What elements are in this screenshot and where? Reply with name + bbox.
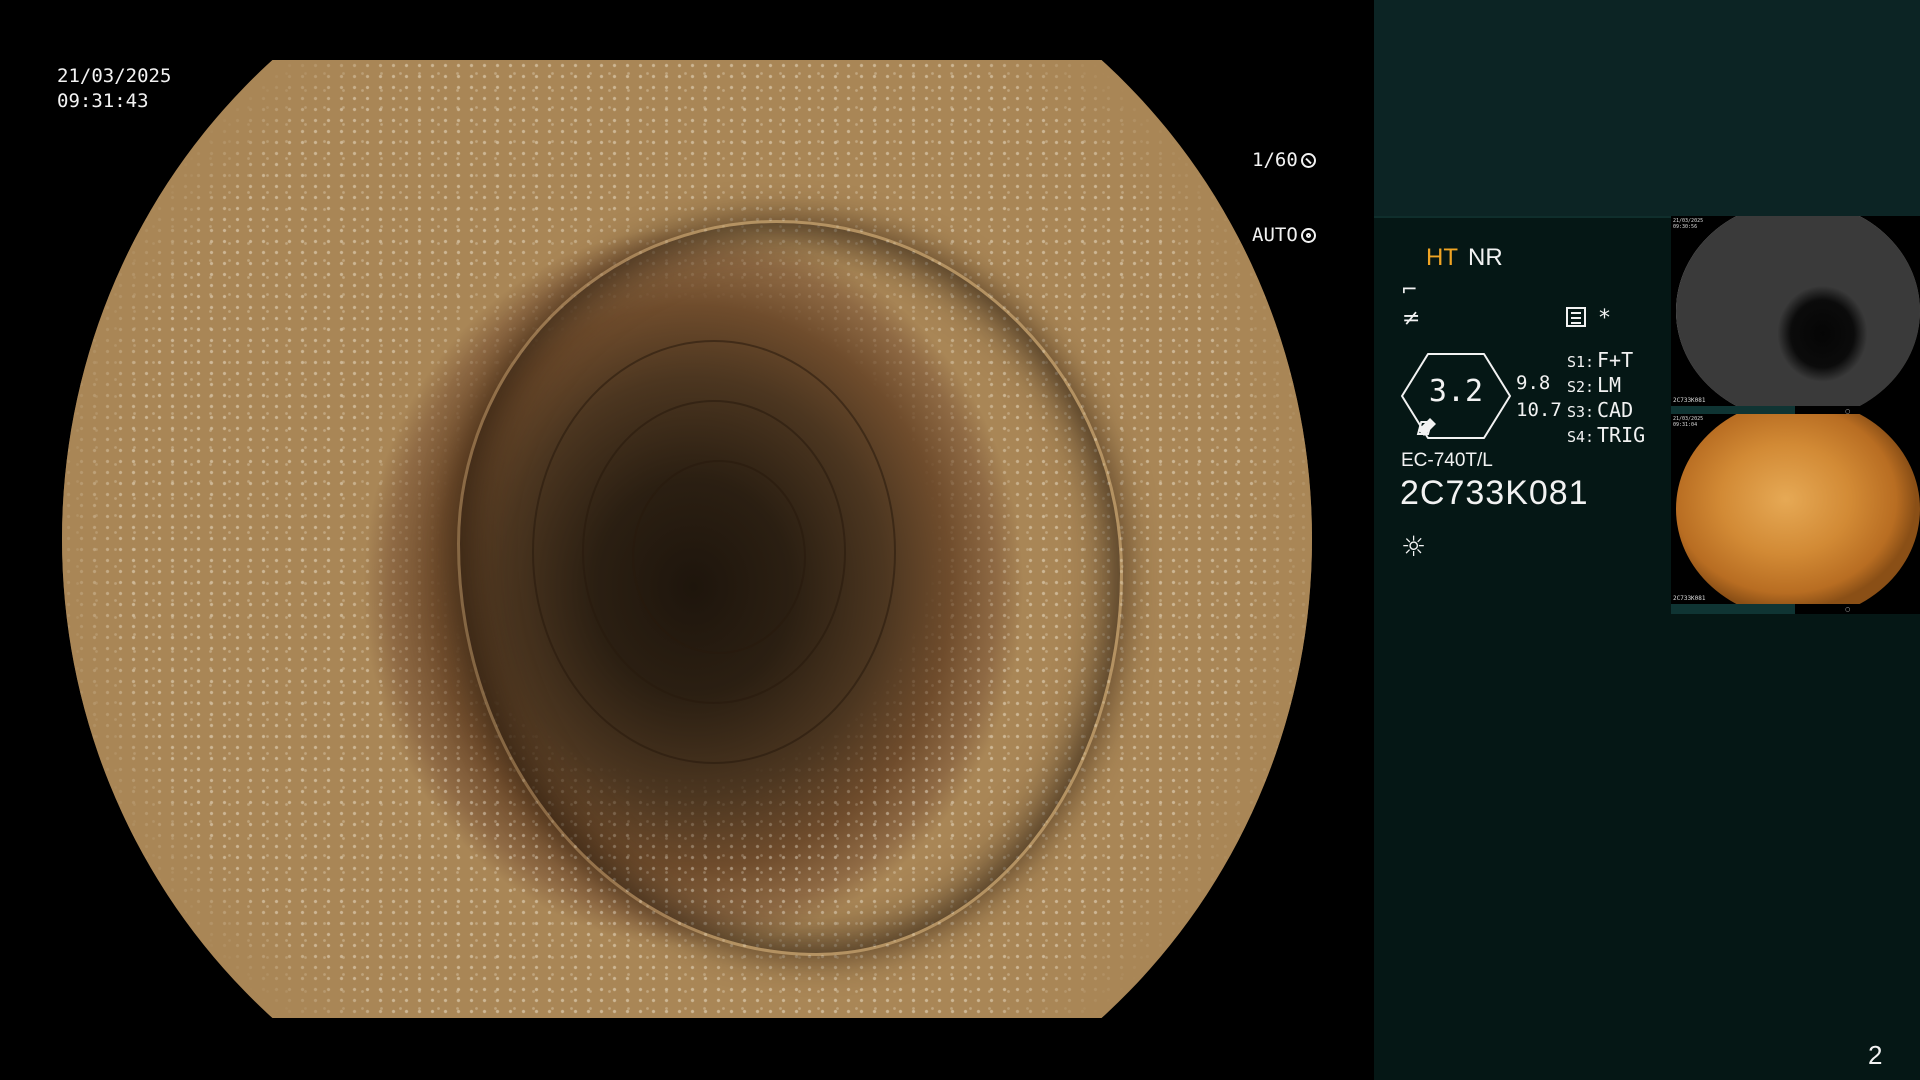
zoom-side-bottom: 10.7 (1516, 399, 1562, 421)
switch-key: S2: (1567, 378, 1595, 396)
thumbnail-timestamp: 21/03/2025 09:31:04 (1673, 416, 1704, 428)
switch-row: S1: F+T (1567, 348, 1645, 373)
scope-switch-list: S1: F+T S2: LM S3: CAD S4: TRIG (1567, 348, 1645, 448)
iris-text: AUTO (1252, 224, 1298, 246)
zoom-indicator: 3.2 (1400, 352, 1512, 440)
endoscope-view-area: 21/03/2025 09:31:43 1/60 AUTO (0, 0, 1374, 1080)
switch-value: F+T (1597, 348, 1634, 372)
time-text: 09:31:43 (57, 90, 149, 112)
iris-icon (1300, 228, 1316, 243)
switch-row: S4: TRIG (1567, 423, 1645, 448)
star-marker: * (1599, 306, 1610, 331)
captured-thumbnail[interactable]: 21/03/2025 09:30:56 2C733K081 ○ (1671, 216, 1920, 416)
captured-thumbnail[interactable]: 21/03/2025 09:31:04 2C733K081 ○ (1671, 414, 1920, 614)
switch-value: TRIG (1597, 423, 1646, 447)
switch-value: LM (1597, 373, 1622, 397)
page-number: 2 (1868, 1040, 1883, 1070)
structure-enhance-icon: ⌐ (1401, 277, 1418, 301)
date-text: 21/03/2025 (57, 65, 172, 87)
zoom-side-top: 9.8 (1516, 372, 1551, 394)
settings-icon (1566, 307, 1586, 327)
thumbnail-serial: 2C733K081 (1673, 397, 1706, 404)
mucosal-fold (632, 460, 806, 654)
thumbnail-bar: ○ (1671, 604, 1920, 614)
endoscopy-screen: 21/03/2025 09:31:43 1/60 AUTO HT NR ⌐ ≠ … (0, 0, 1920, 1080)
switch-key: S1: (1567, 353, 1595, 371)
shutter-icon (1300, 153, 1316, 168)
switch-key: S4: (1567, 428, 1595, 446)
datetime-readout: 21/03/2025 09:31:43 (57, 64, 171, 114)
scope-model: EC-740T/L (1401, 450, 1493, 471)
zoom-value: 3.2 (1428, 374, 1484, 409)
switch-key: S3: (1567, 403, 1595, 421)
thumbnail-serial: 2C733K081 (1673, 595, 1706, 602)
info-panel: HT NR ⌐ ≠ * 3.2 9.8 10.7 S1: F+T S2: LM … (1374, 0, 1920, 1080)
mode-nr-label: NR (1468, 244, 1503, 271)
scope-serial: 2C733K081 (1400, 474, 1589, 512)
thumbnail-timestamp: 21/03/2025 09:30:56 (1673, 218, 1704, 230)
shutter-text: 1/60 (1252, 149, 1298, 171)
image-mode-row: HT NR (1426, 244, 1503, 272)
endoscopic-image (62, 60, 1312, 1018)
mode-ht-label: HT (1426, 244, 1458, 271)
thumbnail-image (1676, 216, 1920, 406)
thumbnail-image (1676, 414, 1920, 604)
color-enhance-icon: ≠ (1402, 306, 1421, 331)
switch-row: S3: CAD (1567, 398, 1645, 423)
switch-row: S2: LM (1567, 373, 1645, 398)
switch-value: CAD (1597, 398, 1634, 422)
panel-header-area (1374, 0, 1920, 216)
light-icon: ☼ (1401, 530, 1427, 563)
zoom-side-values: 9.8 10.7 (1516, 370, 1562, 424)
exposure-readout: 1/60 AUTO (1252, 98, 1321, 298)
